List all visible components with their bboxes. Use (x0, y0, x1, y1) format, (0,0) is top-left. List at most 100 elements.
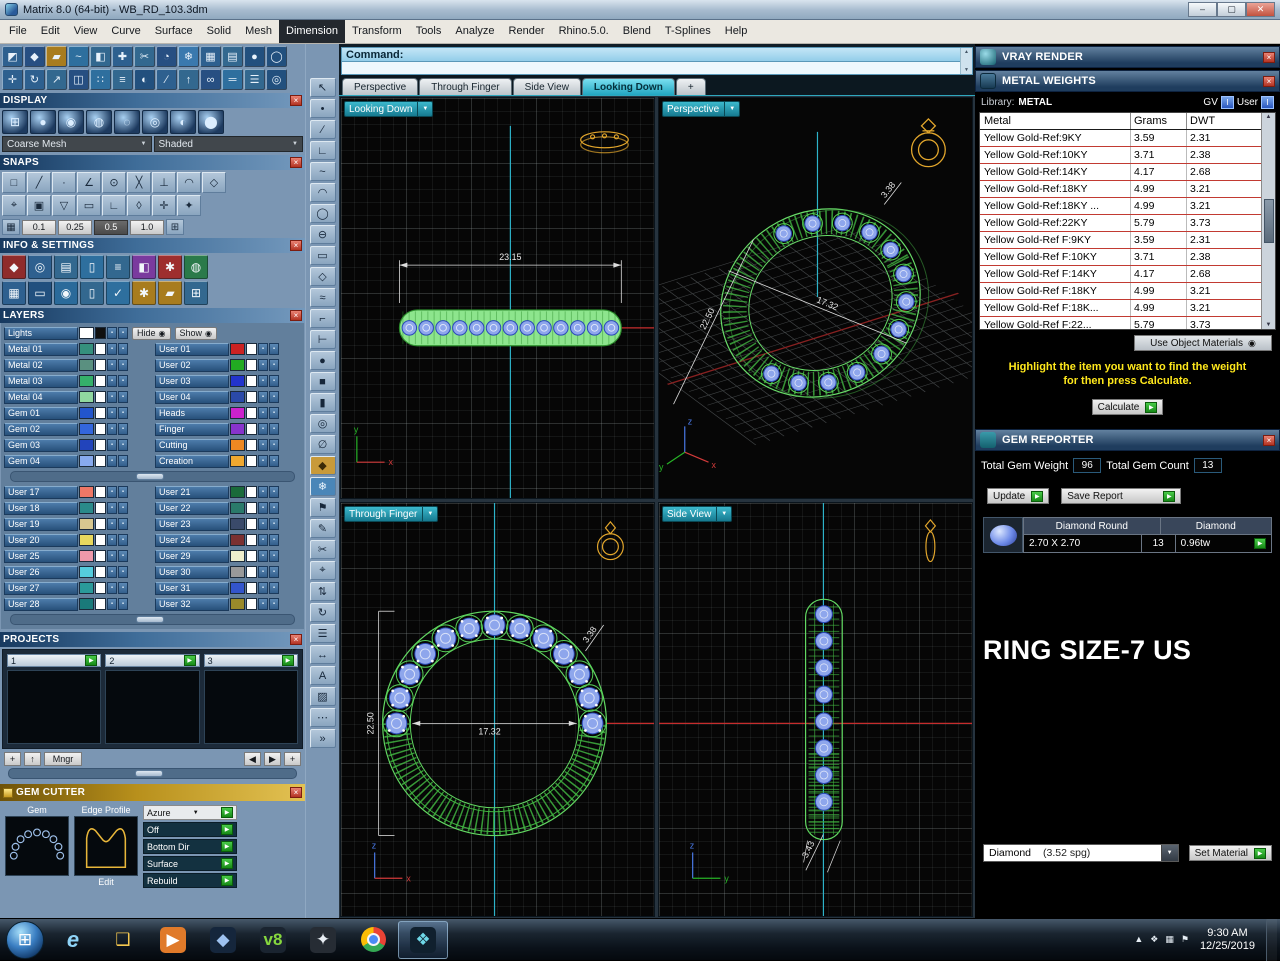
layer-lock-icon[interactable]: ▪ (107, 407, 117, 419)
end-snap-icon[interactable]: □ (2, 172, 26, 193)
calculator-icon[interactable]: ⊞ (184, 281, 208, 305)
scroll-up-icon[interactable]: ▲ (964, 49, 969, 55)
layer-bulb-icon[interactable]: ▪ (118, 486, 128, 498)
layer-material-swatch[interactable] (95, 550, 106, 562)
gem-icon[interactable]: ◆ (309, 456, 336, 475)
clock[interactable]: 9:30 AM 12/25/2019 (1196, 927, 1259, 953)
scrollbar-handle[interactable] (135, 616, 164, 623)
layer-material-swatch[interactable] (246, 375, 257, 387)
material-dropdown[interactable]: Diamond (3.52 spg) ▼ (983, 844, 1179, 862)
metal-table-row[interactable]: Yellow Gold-Ref F:10KY 3.71 2.38 (980, 249, 1261, 266)
layer-material-swatch[interactable] (95, 359, 106, 371)
menu-file[interactable]: File (2, 20, 34, 43)
layer-color-swatch[interactable] (79, 327, 94, 339)
set-material-button[interactable]: Set Material ▶ (1188, 845, 1272, 861)
layer-bulb-icon[interactable]: ▪ (118, 439, 128, 451)
layer-bulb-icon[interactable]: ▪ (118, 502, 128, 514)
apply-arrow-icon[interactable]: ▶ (221, 875, 233, 886)
layer-material-swatch[interactable] (246, 502, 257, 514)
looking-down-canvas[interactable]: 23.15 y x (341, 98, 654, 498)
layer-material-swatch[interactable] (246, 598, 257, 610)
shade-mode-dropdown[interactable]: Shaded ▼ (153, 136, 303, 152)
layer-bulb-icon[interactable]: ▪ (118, 375, 128, 387)
point-snap-icon[interactable]: · (52, 172, 76, 193)
snowflake-icon[interactable]: ❄ (309, 477, 336, 496)
profile-tool-icon[interactable]: ◔ (156, 46, 177, 67)
wireframe-mode-icon[interactable]: ⊞ (2, 110, 28, 134)
close-button[interactable]: ✕ (1246, 2, 1275, 17)
layer-bulb-icon[interactable]: ▪ (269, 423, 279, 435)
layer-name-button[interactable]: User 19 (4, 517, 78, 531)
update-button[interactable]: Update ▶ (987, 488, 1050, 504)
menu-surface[interactable]: Surface (148, 20, 200, 43)
point-icon[interactable]: • (309, 99, 336, 118)
use-object-materials-button[interactable]: Use Object Materials ◉ (1134, 335, 1272, 351)
snap-value-button[interactable]: 0.25 (58, 219, 92, 235)
internet-explorer-icon[interactable]: e (48, 921, 98, 959)
planar-snap-icon[interactable]: ◊ (127, 195, 151, 216)
layer-bulb-icon[interactable]: ▪ (269, 359, 279, 371)
layer-lock-icon[interactable]: ▪ (258, 566, 268, 578)
layer-material-swatch[interactable] (95, 407, 106, 419)
layer-bulb-icon[interactable]: ▪ (269, 502, 279, 514)
project-prev-button[interactable]: ◀ (244, 752, 261, 766)
scroll-down-icon[interactable]: ▼ (1266, 322, 1272, 328)
layer-lock-icon[interactable]: ▪ (107, 566, 117, 578)
line-icon[interactable]: ∕ (309, 120, 336, 139)
taskbar[interactable]: ⊞ e ❑ ▶ ◆ v8 ✦ ❖ ▲ ❖ ▦ ⚑ 9:30 AM 12/25/2… (0, 918, 1280, 961)
gc-surface-option[interactable]: Surface ▼ ▶ (143, 856, 237, 871)
array-tool-icon[interactable]: ∷ (90, 69, 111, 90)
layer-name-button[interactable]: Cutting (155, 438, 229, 452)
layer-color-swatch[interactable] (230, 423, 245, 435)
layer-material-swatch[interactable] (246, 518, 257, 530)
layer-color-swatch[interactable] (230, 598, 245, 610)
tray-flag-icon[interactable]: ⚑ (1181, 934, 1189, 945)
perspective-canvas[interactable]: 17.32 22.50 3.38 z x y (659, 98, 972, 498)
arc-icon[interactable]: ◠ (309, 183, 336, 202)
gold-bar-icon[interactable]: ▰ (158, 281, 182, 305)
close-icon[interactable]: × (1263, 75, 1275, 87)
layer-name-button[interactable]: User 23 (155, 517, 229, 531)
layer-row[interactable]: User 26 ▪ ▪ (2, 564, 153, 580)
layer-name-button[interactable]: User 21 (155, 485, 229, 499)
layer-color-swatch[interactable] (230, 502, 245, 514)
layer-color-swatch[interactable] (79, 582, 94, 594)
boolean-tool-icon[interactable]: ◐ (134, 69, 155, 90)
layer-name-button[interactable]: Lights (4, 326, 78, 340)
gem-reporter-header[interactable]: GEM REPORTER × (975, 429, 1280, 451)
snap-value-button[interactable]: 0.5 (94, 219, 128, 235)
layer-row[interactable]: User 22 ▪ ▪ (153, 500, 304, 516)
display-settings-icon[interactable]: ▭ (28, 281, 52, 305)
matrix-app-icon[interactable]: ◆ (198, 921, 248, 959)
layer-material-swatch[interactable] (95, 566, 106, 578)
pen-icon[interactable]: ✎ (309, 519, 336, 538)
file-explorer-icon[interactable]: ❑ (98, 921, 148, 959)
layer-row[interactable]: User 31 ▪ ▪ (153, 580, 304, 596)
box-icon[interactable]: ■ (309, 372, 336, 391)
layer-color-swatch[interactable] (79, 439, 94, 451)
layer-row[interactable]: Cutting ▪ ▪ (153, 437, 304, 453)
layer-bulb-icon[interactable]: ▪ (118, 455, 128, 467)
perpendicular-snap-icon[interactable]: ⊥ (152, 172, 176, 193)
target-icon[interactable]: ⌖ (309, 561, 336, 580)
layer-material-swatch[interactable] (95, 455, 106, 467)
v8-app-icon[interactable]: v8 (248, 921, 298, 959)
layer-name-button[interactable]: User 17 (4, 485, 78, 499)
cylinder-icon[interactable]: ▮ (309, 393, 336, 412)
snap-grid-icon[interactable]: ⊞ (166, 219, 184, 235)
metal-table-scrollbar[interactable]: ▲ ▼ (1261, 113, 1275, 329)
layer-name-button[interactable]: User 01 (155, 342, 229, 356)
layer-row[interactable]: User 23 ▪ ▪ (153, 516, 304, 532)
layer-lock-icon[interactable]: ▪ (107, 486, 117, 498)
menu-analyze[interactable]: Analyze (448, 20, 501, 43)
project-thumbnail[interactable] (7, 670, 102, 744)
maximize-button[interactable]: ▢ (1217, 2, 1246, 17)
layer-name-button[interactable]: Metal 03 (4, 374, 78, 388)
project-new-button[interactable]: + (284, 752, 301, 766)
layer-row[interactable]: User 30 ▪ ▪ (153, 564, 304, 580)
snap-value-button[interactable]: 0.1 (22, 219, 56, 235)
layer-row-lights[interactable]: Lights ▪ ▪ (2, 325, 128, 341)
layer-lock-icon[interactable]: ▪ (107, 502, 117, 514)
gc-bottom-dir-option[interactable]: Bottom Dir ▼ ▶ (143, 839, 237, 854)
layer-name-button[interactable]: Metal 02 (4, 358, 78, 372)
